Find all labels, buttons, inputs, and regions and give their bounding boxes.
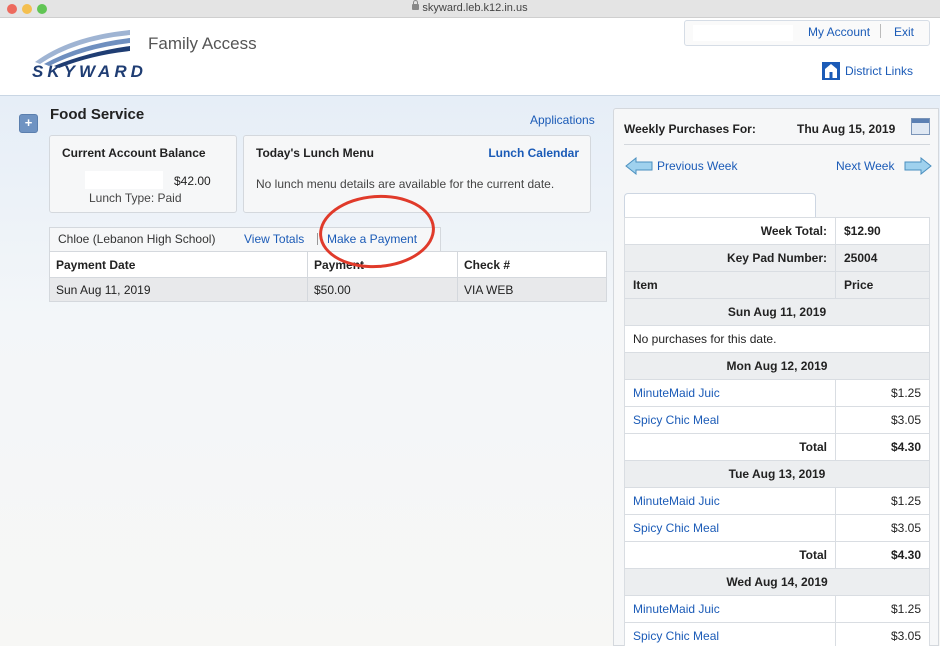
- weekly-purchases-label: Weekly Purchases For:: [624, 122, 756, 136]
- account-separator: [880, 24, 881, 38]
- day-date: Sun Aug 11, 2019: [624, 298, 930, 326]
- list-item[interactable]: MinuteMaid Juic $1.25: [624, 487, 930, 515]
- redacted-field: [85, 171, 163, 189]
- item-price: $1.25: [835, 595, 930, 623]
- skyward-logo-text: SKYWARD: [32, 62, 147, 81]
- item-price: $1.25: [835, 379, 930, 407]
- item-name[interactable]: MinuteMaid Juic: [624, 379, 836, 407]
- week-total-value: $12.90: [835, 217, 930, 245]
- district-building-icon[interactable]: [822, 62, 840, 80]
- item-name[interactable]: MinuteMaid Juic: [624, 487, 836, 515]
- browser-titlebar: skyward.leb.k12.in.us: [0, 0, 940, 18]
- link-separator: [317, 233, 318, 245]
- col-payment-date: Payment Date: [49, 251, 308, 278]
- table-row[interactable]: Sun Aug 11, 2019 $50.00 VIA WEB: [49, 277, 607, 302]
- item-name[interactable]: Spicy Chic Meal: [624, 622, 836, 646]
- lunch-menu-message: No lunch menu details are available for …: [256, 177, 555, 191]
- keypad-row: Key Pad Number: 25004: [624, 244, 930, 272]
- redacted-user-name: [693, 25, 793, 41]
- list-item[interactable]: Spicy Chic Meal $3.05: [624, 514, 930, 542]
- expand-plus-icon[interactable]: +: [19, 114, 38, 133]
- list-item[interactable]: MinuteMaid Juic $1.25: [624, 595, 930, 623]
- day-total-row: Total $4.30: [624, 541, 930, 569]
- day-header-row: Mon Aug 12, 2019: [624, 352, 930, 380]
- food-service-title: Food Service: [50, 106, 145, 123]
- col-check: Check #: [457, 251, 607, 278]
- col-item: Item: [624, 271, 836, 299]
- previous-week-link[interactable]: Previous Week: [657, 159, 737, 173]
- url-text: skyward.leb.k12.in.us: [422, 2, 528, 14]
- table-header-row: Payment Date Payment Check #: [49, 251, 607, 278]
- day-total-label: Total: [624, 433, 836, 461]
- divider: [624, 144, 930, 145]
- weekly-purchases-table: Week Total: $12.90 Key Pad Number: 25004…: [624, 217, 930, 646]
- item-price: $3.05: [835, 406, 930, 434]
- day-header-row: Sun Aug 11, 2019: [624, 298, 930, 326]
- site-header: SKYWARD Family Access My Account Exit Di…: [0, 18, 940, 96]
- lunch-menu-card: Today's Lunch Menu Lunch Calendar No lun…: [243, 135, 591, 213]
- day-total-label: Total: [624, 541, 836, 569]
- item-price: $3.05: [835, 622, 930, 646]
- item-price: $1.25: [835, 487, 930, 515]
- day-total-value: $4.30: [835, 541, 930, 569]
- previous-arrow-icon[interactable]: [625, 157, 653, 175]
- district-links-link[interactable]: District Links: [845, 64, 913, 78]
- balance-card-title: Current Account Balance: [62, 146, 206, 160]
- lunch-calendar-link[interactable]: Lunch Calendar: [488, 146, 579, 160]
- list-item[interactable]: Spicy Chic Meal $3.05: [624, 406, 930, 434]
- balance-amount: $42.00: [174, 174, 211, 188]
- check-cell: VIA WEB: [457, 277, 607, 302]
- account-balance-card: Current Account Balance $42.00 Lunch Typ…: [49, 135, 237, 213]
- app-title: Family Access: [148, 34, 257, 53]
- week-total-row: Week Total: $12.90: [624, 217, 930, 245]
- day-header-row: Tue Aug 13, 2019: [624, 460, 930, 488]
- next-week-link[interactable]: Next Week: [836, 159, 894, 173]
- list-item[interactable]: Spicy Chic Meal $3.05: [624, 622, 930, 646]
- applications-link[interactable]: Applications: [530, 113, 595, 127]
- col-price: Price: [835, 271, 930, 299]
- payments-table: Payment Date Payment Check # Sun Aug 11,…: [49, 251, 607, 302]
- day-date: Tue Aug 13, 2019: [624, 460, 930, 488]
- view-totals-link[interactable]: View Totals: [244, 232, 304, 246]
- student-tab[interactable]: [624, 193, 816, 217]
- student-name: Chloe (Lebanon High School): [58, 232, 216, 246]
- day-date: Wed Aug 14, 2019: [624, 568, 930, 596]
- day-date: Mon Aug 12, 2019: [624, 352, 930, 380]
- calendar-icon[interactable]: [911, 118, 930, 135]
- item-price: $3.05: [835, 514, 930, 542]
- weekly-purchases-date: Thu Aug 15, 2019: [797, 122, 896, 136]
- menu-card-title: Today's Lunch Menu: [256, 146, 374, 160]
- day-header-row: Wed Aug 14, 2019: [624, 568, 930, 596]
- keypad-value: 25004: [835, 244, 930, 272]
- lock-icon: [412, 0, 420, 10]
- exit-link[interactable]: Exit: [894, 25, 914, 39]
- payment-date-cell: Sun Aug 11, 2019: [49, 277, 308, 302]
- list-item[interactable]: MinuteMaid Juic $1.25: [624, 379, 930, 407]
- list-item: No purchases for this date.: [624, 325, 930, 353]
- keypad-label: Key Pad Number:: [624, 244, 836, 272]
- address-bar[interactable]: skyward.leb.k12.in.us: [0, 0, 940, 14]
- payment-amount-cell: $50.00: [307, 277, 458, 302]
- item-name[interactable]: Spicy Chic Meal: [624, 406, 836, 434]
- lunch-type: Lunch Type: Paid: [89, 191, 182, 205]
- next-arrow-icon[interactable]: [904, 157, 932, 175]
- item-name[interactable]: MinuteMaid Juic: [624, 595, 836, 623]
- my-account-link[interactable]: My Account: [808, 25, 870, 39]
- week-total-label: Week Total:: [624, 217, 836, 245]
- day-total-row: Total $4.30: [624, 433, 930, 461]
- no-purchases-text: No purchases for this date.: [624, 325, 930, 353]
- day-total-value: $4.30: [835, 433, 930, 461]
- items-header-row: Item Price: [624, 271, 930, 299]
- item-name[interactable]: Spicy Chic Meal: [624, 514, 836, 542]
